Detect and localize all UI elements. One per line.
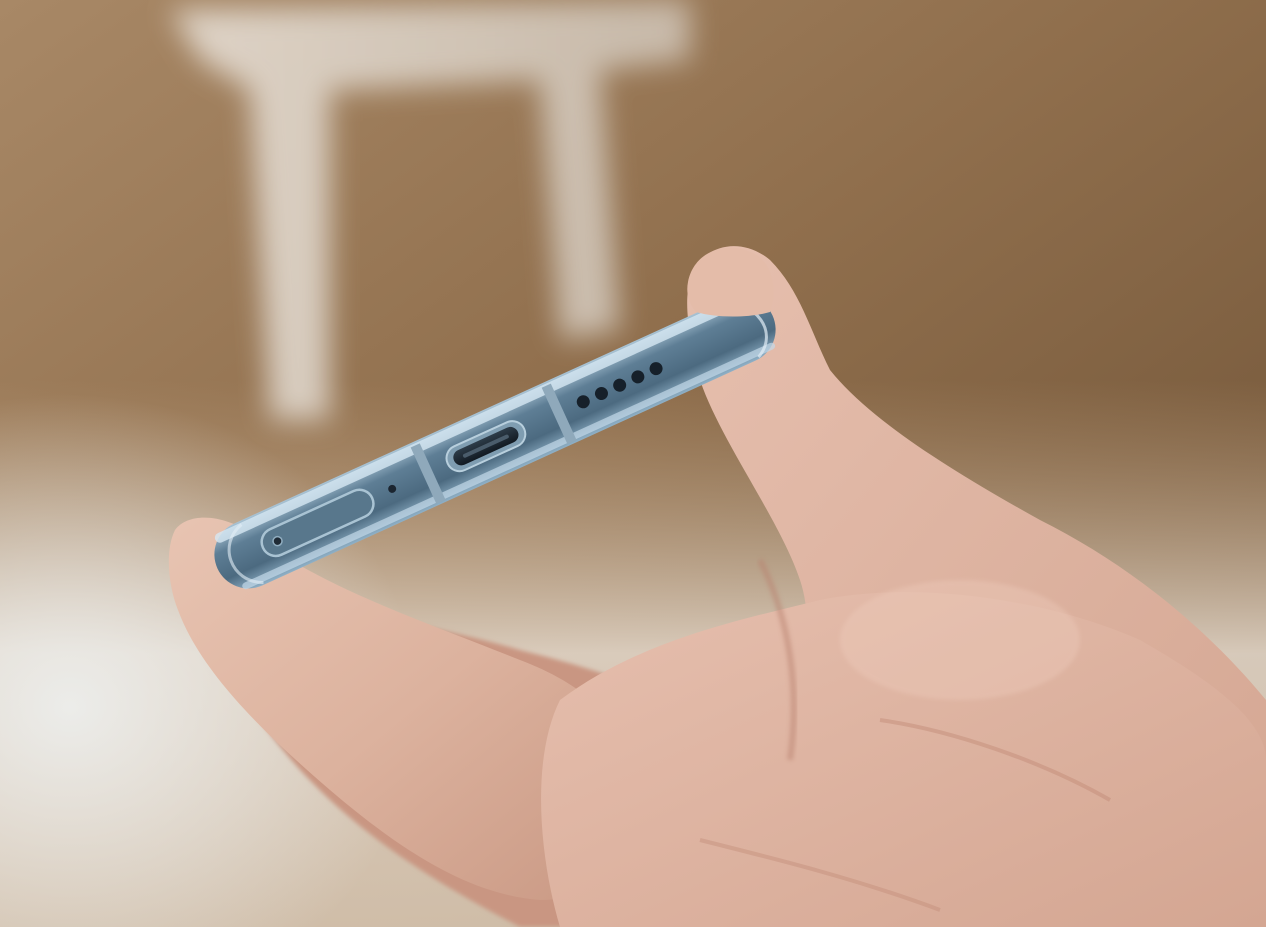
photo-scene [0, 0, 1266, 927]
